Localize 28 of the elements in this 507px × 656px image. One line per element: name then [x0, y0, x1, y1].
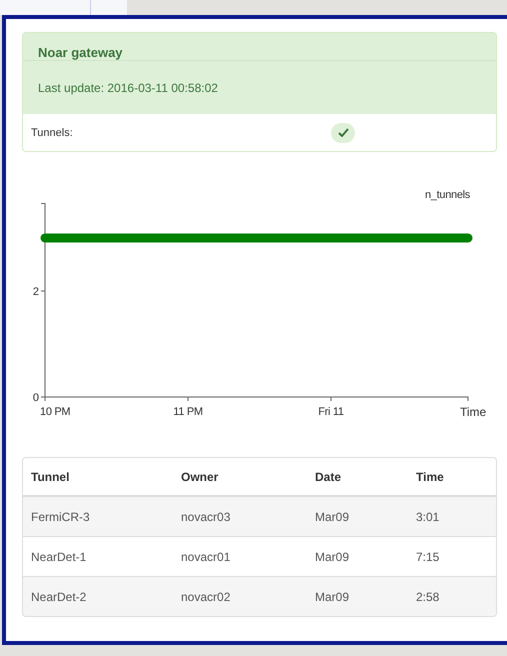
x-tick-label: 11 PM — [173, 406, 203, 418]
tick-mark — [330, 396, 332, 402]
column-header: Date — [315, 470, 342, 484]
x-tick-label: Fri 11 — [318, 406, 344, 418]
tick-mark — [40, 290, 46, 292]
status-label: Tunnels: — [31, 126, 74, 138]
table-cell-text: NearDet-2 — [31, 590, 88, 604]
x-tick-label: 10 PM — [40, 406, 70, 418]
x-axis-label: Time — [460, 405, 486, 419]
panel-title: Noar gateway — [38, 45, 123, 60]
table-cell-text: novacr02 — [181, 590, 232, 604]
legend-label: n_tunnels — [424, 189, 470, 201]
column-header: Time — [416, 470, 445, 484]
column-header: Owner — [181, 470, 220, 484]
column-header: Tunnel — [31, 470, 70, 484]
table-cell-text: Mar09 — [315, 550, 350, 564]
table-cell-text: novacr01 — [181, 550, 232, 564]
table-cell-text: 2:58 — [416, 590, 440, 604]
table-cell-text: Mar09 — [315, 510, 350, 524]
table-cell-text: 7:15 — [416, 550, 440, 564]
y-tick-label: 0 — [32, 392, 39, 404]
table-cell-text: Mar09 — [315, 590, 350, 604]
y-tick-label: 2 — [32, 286, 39, 298]
table-cell-text: 3:01 — [416, 510, 440, 524]
table-cell-text: FermiCR-3 — [31, 510, 91, 524]
table-cell-text: novacr03 — [181, 510, 232, 524]
table-cell-text: NearDet-1 — [31, 550, 88, 564]
last-update-text: Last update: 2016-03-11 00:58:02 — [38, 80, 218, 94]
